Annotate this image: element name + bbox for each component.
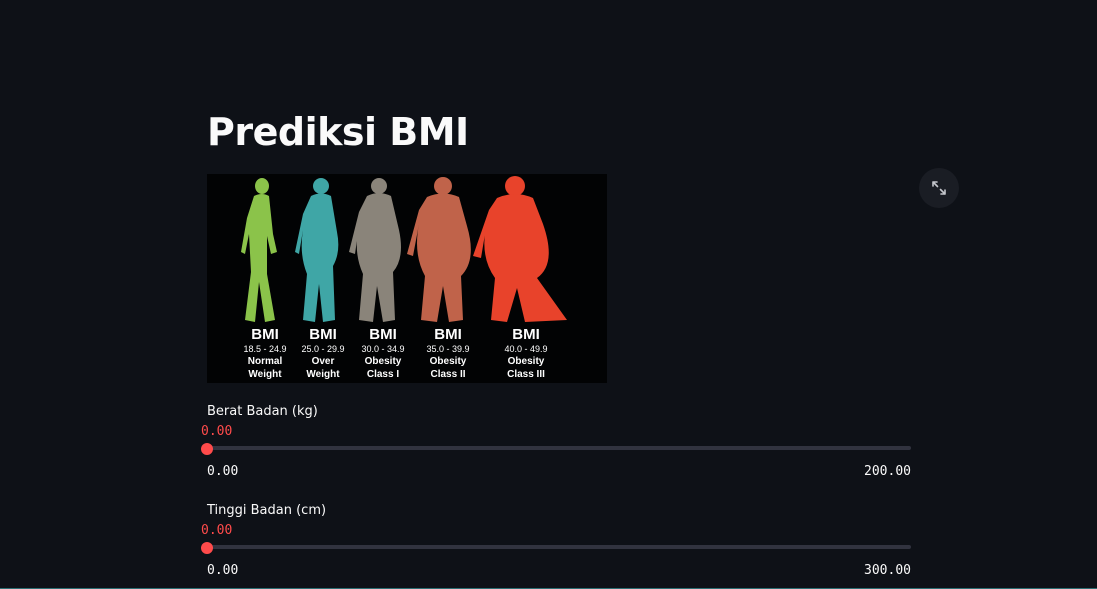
slider-berat-badan: Berat Badan (kg) 0.00 0.00 200.00 — [201, 403, 917, 493]
slider-current-value: 0.00 — [201, 424, 233, 439]
bmi-label-range: 18.5 - 24.9 — [243, 344, 286, 354]
bmi-label-line2: Class II — [430, 369, 465, 380]
bmi-figures-svg: BMI18.5 - 24.9NormalWeightBMI25.0 - 29.9… — [207, 174, 607, 383]
fullscreen-button[interactable] — [919, 168, 959, 208]
bmi-label-line2: Class III — [507, 369, 545, 380]
slider-min-value: 0.00 — [207, 563, 239, 578]
app-root: Prediksi BMI BMI 18.5 - 24.9 Normal Weig… — [0, 0, 1097, 589]
slider-track[interactable] — [207, 446, 911, 450]
slider-thumb[interactable] — [201, 542, 213, 554]
bmi-chart-image: BMI 18.5 - 24.9 Normal Weight BMI 25.0 - 29.9… — [207, 174, 607, 383]
slider-min-value: 0.00 — [207, 464, 239, 479]
page-title: Prediksi BMI — [207, 110, 469, 154]
bmi-label-range: 25.0 - 29.9 — [301, 344, 344, 354]
bmi-label-range: 40.0 - 49.9 — [504, 344, 547, 354]
bmi-label-line1: Over — [312, 356, 335, 367]
bmi-label-range: 30.0 - 34.9 — [361, 344, 404, 354]
slider-max-value: 200.00 — [864, 464, 911, 479]
bmi-label-heading: BMI — [512, 326, 540, 343]
bmi-label-line2: Weight — [248, 369, 282, 380]
bmi-label-heading: BMI — [251, 326, 279, 343]
bmi-label-line1: Obesity — [430, 356, 467, 367]
slider-tinggi-badan: Tinggi Badan (cm) 0.00 0.00 300.00 — [201, 502, 917, 589]
bmi-label-line2: Weight — [306, 369, 340, 380]
bmi-label-line1: Obesity — [508, 356, 545, 367]
bmi-label-line1: Normal — [248, 356, 283, 367]
bmi-label-heading: BMI — [434, 326, 462, 343]
fullscreen-expand-icon — [932, 181, 946, 195]
slider-thumb[interactable] — [201, 443, 213, 455]
bmi-label-heading: BMI — [369, 326, 397, 343]
slider-label: Tinggi Badan (cm) — [207, 503, 327, 518]
bmi-label-range: 35.0 - 39.9 — [426, 344, 469, 354]
slider-label: Berat Badan (kg) — [207, 404, 318, 419]
bmi-label-heading: BMI — [309, 326, 337, 343]
slider-current-value: 0.00 — [201, 523, 233, 538]
bmi-label-line2: Class I — [367, 369, 399, 380]
slider-max-value: 300.00 — [864, 563, 911, 578]
bmi-label-line1: Obesity — [365, 356, 402, 367]
slider-track[interactable] — [207, 545, 911, 549]
